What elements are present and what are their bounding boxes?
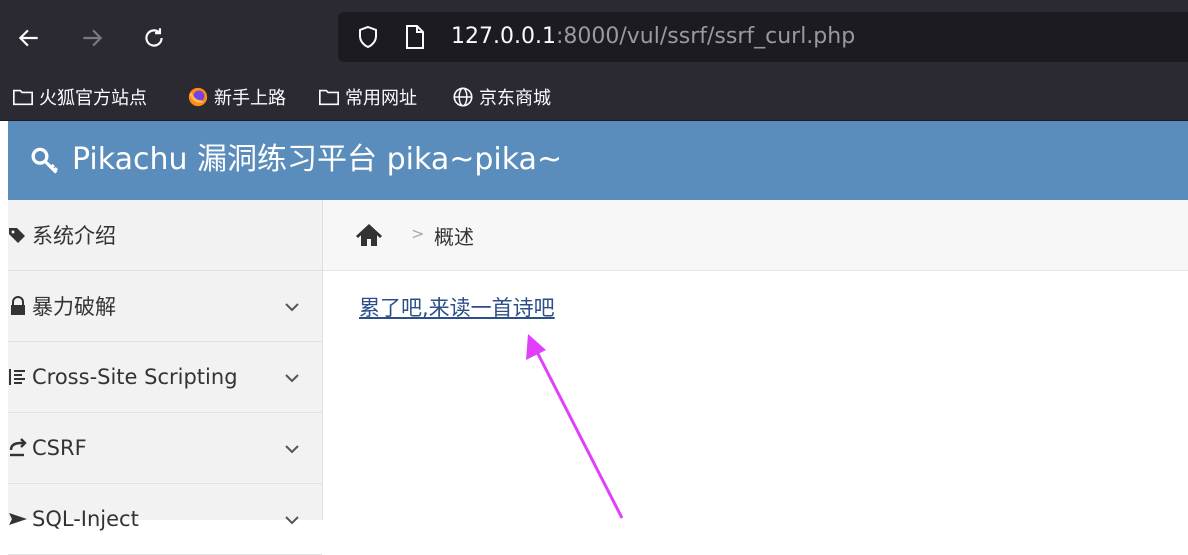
folder-icon [319, 89, 339, 106]
sidebar-item-label: 系统介绍 [32, 224, 116, 248]
bookmark-label: 常用网址 [345, 88, 417, 109]
arrow-right-icon [83, 29, 103, 47]
sidebar-item-brute-force[interactable]: 暴力破解 [8, 271, 322, 342]
annotation-arrow-icon [526, 334, 624, 519]
chevron-down-icon[interactable] [282, 368, 302, 388]
read-poem-link[interactable]: 累了吧,来读一首诗吧 [359, 292, 555, 322]
breadcrumb-current: 概述 [434, 225, 474, 249]
lock-icon [8, 296, 28, 316]
reload-icon [145, 28, 163, 47]
shield-icon[interactable] [356, 25, 380, 49]
sidebar-item-label: 暴力破解 [32, 295, 116, 319]
app-header: Pikachu 漏洞练习平台 pika~pika~ [8, 121, 1188, 200]
url-host: 127.0.0.1 [451, 24, 556, 49]
chevron-down-icon[interactable] [282, 510, 302, 530]
sidebar-item-csrf[interactable]: CSRF [8, 413, 322, 484]
bookmark-common-sites[interactable]: 常用网址 [318, 82, 417, 112]
sidebar-item-label: CSRF [32, 436, 87, 460]
bookmark-jd-mall[interactable]: 京东商城 [452, 82, 551, 112]
list-icon [8, 367, 28, 387]
browser-toolbar: 127.0.0.1:8000/vul/ssrf/ssrf_curl.php [0, 0, 1188, 74]
firefox-icon [188, 87, 208, 107]
page-info-icon[interactable] [404, 24, 426, 50]
bookmark-firefox-official[interactable]: 火狐官方站点 [12, 82, 147, 112]
folder-icon [13, 89, 33, 106]
sidebar-item-system-intro[interactable]: 系统介绍 [8, 200, 322, 271]
reload-button[interactable] [134, 18, 174, 58]
bookmarks-bar: 火狐官方站点 新手上路 常用网址 京东商城 [0, 74, 1188, 121]
app-title-text: Pikachu 漏洞练习平台 pika~pika~ [72, 142, 563, 177]
sidebar-item-label: Cross-Site Scripting [32, 365, 238, 389]
chevron-down-icon[interactable] [282, 297, 302, 317]
breadcrumb-separator-icon: > [411, 224, 425, 243]
breadcrumb: > 概述 [323, 200, 1188, 271]
share-icon [8, 438, 28, 458]
home-icon[interactable] [355, 222, 383, 248]
globe-icon [453, 87, 473, 107]
url-path: :8000/vul/ssrf/ssrf_curl.php [555, 24, 856, 49]
send-icon [8, 509, 28, 529]
forward-button[interactable] [72, 18, 112, 58]
tags-icon [8, 225, 28, 245]
bookmark-getting-started[interactable]: 新手上路 [187, 82, 286, 112]
arrow-left-icon [18, 29, 38, 47]
address-bar[interactable]: 127.0.0.1:8000/vul/ssrf/ssrf_curl.php [338, 12, 1188, 62]
url-text[interactable]: 127.0.0.1:8000/vul/ssrf/ssrf_curl.php [451, 23, 855, 51]
back-button[interactable] [9, 18, 49, 58]
app-title[interactable]: Pikachu 漏洞练习平台 pika~pika~ [30, 141, 562, 179]
bookmark-label: 新手上路 [214, 88, 286, 109]
key-icon [31, 147, 59, 174]
bookmark-label: 京东商城 [479, 88, 551, 109]
sidebar: 系统介绍 暴力破解 Cross-Site Scripting CSRF SQL-… [8, 200, 323, 555]
sidebar-item-xss[interactable]: Cross-Site Scripting [8, 342, 322, 413]
sidebar-item-label: SQL-Inject [32, 507, 139, 531]
chevron-down-icon[interactable] [282, 439, 302, 459]
bookmark-label: 火狐官方站点 [39, 88, 147, 109]
